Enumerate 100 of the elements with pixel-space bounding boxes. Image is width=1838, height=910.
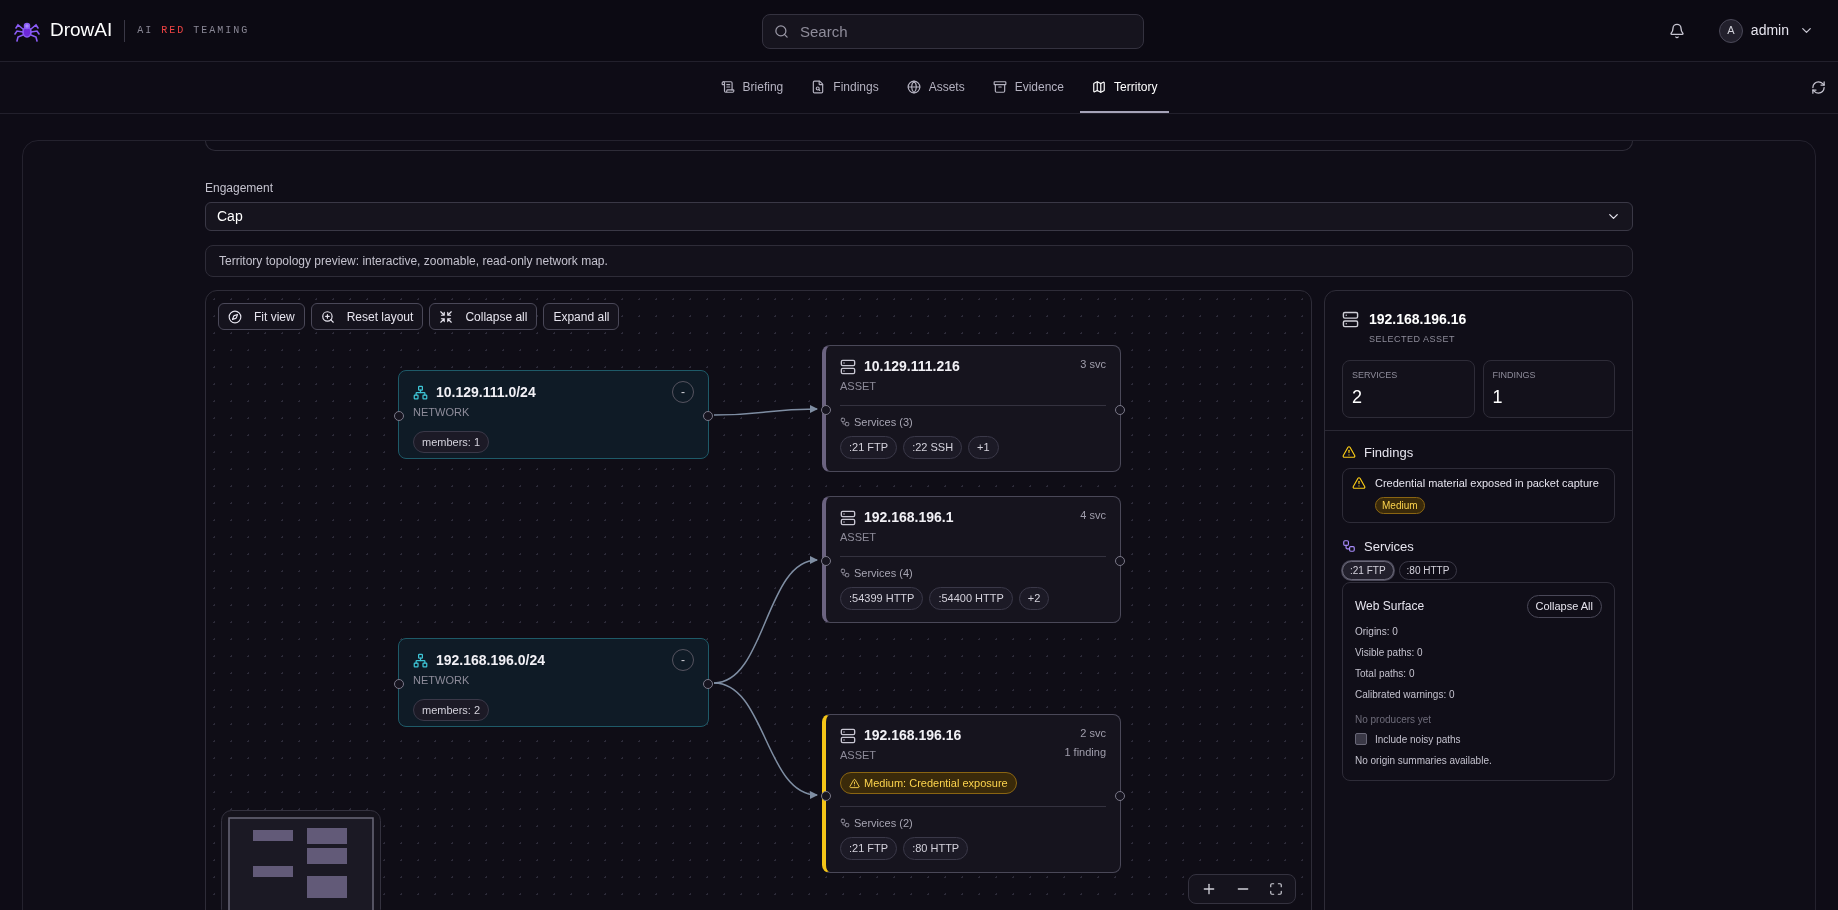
description-banner: Territory topology preview: interactive, zoomable, read-only network map. [205, 245, 1633, 277]
nav-tab[interactable]: Evidence [980, 62, 1077, 113]
connection-handle[interactable] [1115, 791, 1125, 801]
node-type: ASSET [840, 530, 877, 545]
network-icon [413, 384, 428, 400]
services-label: Services (4) [854, 565, 913, 581]
members-chip: members: 2 [413, 698, 490, 721]
stat-line: Calibrated warnings: 0 [1355, 687, 1456, 702]
map-icon [1092, 79, 1107, 94]
connection-handle[interactable] [394, 411, 404, 421]
engagement-select[interactable]: Cap [205, 202, 1633, 231]
node-type: ASSET [840, 748, 877, 763]
section-heading: Findings [1364, 443, 1414, 462]
connection-handle[interactable] [394, 679, 404, 689]
refresh-icon[interactable] [1811, 80, 1826, 95]
toolbar-button[interactable]: Expand all [543, 303, 620, 330]
toolbar-button[interactable]: Reset layout [310, 303, 424, 330]
tagline-word: RED [161, 24, 186, 38]
archive-icon [992, 79, 1007, 94]
node-title: 192.168.196.1 [864, 508, 954, 527]
members-chip: members: 1 [413, 430, 490, 453]
connection-handle[interactable] [703, 679, 713, 689]
file-search-icon [811, 79, 826, 94]
severity-badge: Medium [1375, 496, 1425, 514]
stat-value: 2 [1352, 386, 1363, 409]
stat-line: Total paths: 0 [1355, 666, 1416, 681]
nav-tab[interactable]: Territory [1080, 62, 1170, 113]
search-field[interactable]: Search [762, 14, 1144, 49]
node-type: ASSET [840, 379, 877, 394]
shrink-icon [439, 309, 454, 324]
service-chip: :54399 HTTP [840, 587, 924, 610]
zoom-in-icon [320, 309, 335, 324]
user-name[interactable]: admin [1750, 20, 1789, 41]
services-icon [840, 416, 850, 427]
toolbar-button[interactable]: Collapse all [429, 303, 538, 330]
service-chip: :80 HTTP [903, 837, 969, 860]
network-icon [413, 652, 428, 668]
scroll-icon [720, 79, 735, 94]
connection-handle[interactable] [1115, 556, 1125, 566]
nav-tab[interactable]: Briefing [708, 62, 796, 113]
zoom-in-icon[interactable] [1201, 881, 1217, 897]
stat-line: Origins: 0 [1355, 624, 1399, 639]
service-chip: +2 [1018, 587, 1050, 610]
service-chip: :54400 HTTP [929, 587, 1013, 610]
connection-handle[interactable] [1115, 405, 1125, 415]
tagline-word: AI [137, 24, 154, 38]
warning-icon [1352, 476, 1366, 490]
finding-card[interactable]: Credential material exposed in packet capture Medium [1342, 468, 1615, 523]
finding-title: Credential material exposed in packet capture [1375, 476, 1599, 491]
connection-handle[interactable] [821, 791, 831, 801]
stat-value: 1 [1492, 386, 1504, 409]
service-count: 2 svc [1080, 726, 1106, 741]
stat-label: FINDINGS [1492, 368, 1537, 382]
brand-name: DrowAI [50, 18, 113, 43]
service-count: 3 svc [1080, 357, 1106, 372]
compass-icon [228, 309, 242, 324]
severity-badge: Medium: Credential exposure [840, 771, 1017, 795]
node-title: 192.168.196.0/24 [436, 650, 545, 670]
finding-count: 1 finding [1064, 744, 1106, 760]
services-icon [840, 567, 850, 578]
stat-line: Visible paths: 0 [1355, 645, 1424, 660]
services-label: Services (2) [854, 815, 913, 831]
field-label: Engagement [205, 180, 275, 197]
server-icon [840, 727, 856, 744]
checkbox-label: Include noisy paths [1375, 732, 1461, 747]
server-icon [840, 358, 856, 375]
tagline-word: TEAMING [193, 24, 250, 38]
asset-title: 192.168.196.16 [1369, 310, 1467, 329]
connection-handle[interactable] [703, 411, 713, 421]
notifications-icon[interactable] [1668, 22, 1685, 39]
server-icon [1342, 311, 1359, 328]
search-icon [774, 24, 789, 39]
nav-tab[interactable]: Assets [894, 62, 977, 113]
nav-tab[interactable]: Findings [799, 62, 891, 113]
node-title: 10.129.111.0/24 [436, 382, 536, 402]
service-chip: +1 [968, 436, 999, 459]
node-title: 10.129.111.216 [864, 357, 960, 376]
empty-note: No producers yet [1355, 712, 1433, 727]
fullscreen-icon[interactable] [1269, 882, 1283, 896]
service-chip: :21 FTP [840, 436, 898, 459]
user-avatar[interactable]: A [1718, 18, 1743, 43]
node-title: 192.168.196.16 [864, 726, 962, 745]
empty-message: No origin summaries available. [1355, 753, 1493, 768]
server-icon [840, 509, 856, 526]
service-chip[interactable]: :21 FTP [1342, 561, 1394, 580]
stat-label: SERVICES [1352, 368, 1399, 382]
section-heading: Services [1364, 537, 1414, 556]
globe-icon [906, 79, 921, 94]
checkbox[interactable] [1355, 733, 1367, 745]
asset-subtitle: SELECTED ASSET [1369, 333, 1457, 346]
minimap[interactable] [221, 810, 381, 910]
card-title: Web Surface [1355, 598, 1425, 616]
service-chip: :21 FTP [840, 837, 898, 860]
services-icon [1342, 539, 1356, 554]
service-chip: :22 SSH [903, 436, 963, 459]
connection-handle[interactable] [821, 405, 831, 415]
connection-handle[interactable] [821, 556, 831, 566]
service-count: 4 svc [1080, 508, 1106, 523]
toolbar-button[interactable]: Fit view [218, 303, 305, 330]
node-type: NETWORK [413, 405, 471, 420]
